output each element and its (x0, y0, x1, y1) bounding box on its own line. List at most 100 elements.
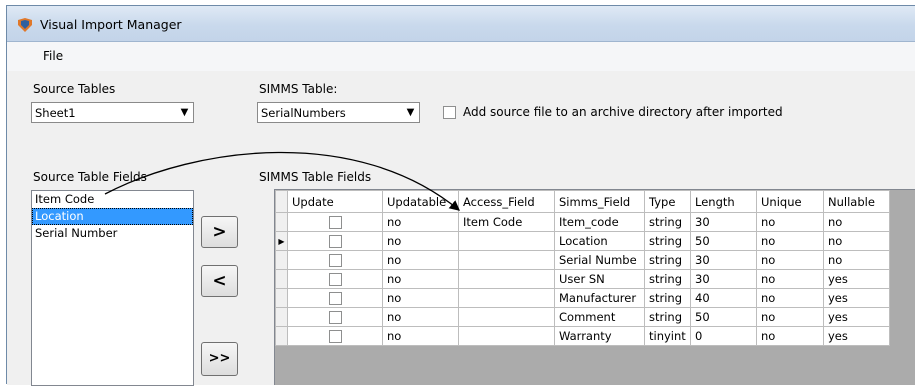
length-cell[interactable]: 30 (690, 269, 757, 289)
update-checkbox[interactable] (328, 292, 342, 305)
update-cell (287, 307, 383, 327)
update-checkbox[interactable] (328, 254, 342, 267)
nullable-cell[interactable]: yes (823, 326, 890, 346)
update-checkbox[interactable] (328, 235, 342, 248)
access-field-cell[interactable] (458, 326, 555, 346)
access-field-cell[interactable] (458, 288, 555, 308)
unique-cell[interactable]: no (756, 326, 824, 346)
type-cell[interactable]: string (644, 231, 691, 251)
type-cell[interactable]: tinyint (644, 326, 691, 346)
remove-field-button[interactable]: < (201, 265, 238, 297)
table-row[interactable]: no Serial Numbe string 30 no no (275, 250, 890, 270)
length-cell[interactable]: 30 (690, 212, 757, 232)
simms-field-cell[interactable]: Comment (554, 307, 645, 327)
type-cell[interactable]: string (644, 250, 691, 270)
archive-checkbox[interactable] (443, 106, 456, 119)
source-fields-list[interactable]: Item Code Location Serial Number (31, 190, 194, 386)
simms-field-cell[interactable]: Location (554, 231, 645, 251)
unique-cell[interactable]: no (756, 288, 824, 308)
nullable-cell[interactable]: yes (823, 269, 890, 289)
column-header[interactable]: Update (287, 190, 383, 213)
menu-file[interactable]: File (41, 49, 65, 63)
row-header[interactable] (275, 288, 288, 308)
nullable-cell[interactable]: no (823, 250, 890, 270)
row-header[interactable] (275, 326, 288, 346)
unique-cell[interactable]: no (756, 212, 824, 232)
list-item[interactable]: Serial Number (32, 225, 193, 242)
simms-field-cell[interactable]: Item_code (554, 212, 645, 232)
column-header[interactable]: Length (690, 190, 757, 213)
update-cell (287, 250, 383, 270)
row-pointer-icon[interactable]: ▶ (275, 231, 288, 251)
simms-field-cell[interactable]: Warranty (554, 326, 645, 346)
row-header[interactable] (275, 307, 288, 327)
type-cell[interactable]: string (644, 307, 691, 327)
column-header[interactable]: Nullable (823, 190, 890, 213)
simms-table-dropdown[interactable]: SerialNumbers ▼ (257, 102, 420, 123)
simms-field-cell[interactable]: User SN (554, 269, 645, 289)
length-cell[interactable]: 30 (690, 250, 757, 270)
unique-cell[interactable]: no (756, 307, 824, 327)
simms-table-label: SIMMS Table: (259, 82, 338, 96)
nullable-cell[interactable]: yes (823, 288, 890, 308)
updatable-cell[interactable]: no (382, 326, 459, 346)
table-row[interactable]: no Manufacturer string 40 no yes (275, 288, 890, 308)
chevron-down-icon[interactable]: ▼ (176, 103, 193, 122)
title-bar: Visual Import Manager (7, 6, 915, 42)
update-cell (287, 269, 383, 289)
column-header[interactable]: Access_Field (458, 190, 555, 213)
table-row[interactable]: no User SN string 30 no yes (275, 269, 890, 289)
column-header[interactable]: Simms_Field (554, 190, 645, 213)
row-header[interactable] (275, 269, 288, 289)
archive-label[interactable]: Add source file to an archive directory … (463, 105, 783, 119)
updatable-cell[interactable]: no (382, 231, 459, 251)
unique-cell[interactable]: no (756, 250, 824, 270)
table-row[interactable]: no Comment string 50 no yes (275, 307, 890, 327)
updatable-cell[interactable]: no (382, 212, 459, 232)
source-tables-dropdown[interactable]: Sheet1 ▼ (31, 102, 194, 123)
updatable-cell[interactable]: no (382, 250, 459, 270)
update-checkbox[interactable] (328, 273, 342, 286)
length-cell[interactable]: 0 (690, 326, 757, 346)
type-cell[interactable]: string (644, 212, 691, 232)
list-item[interactable]: Item Code (32, 191, 193, 208)
nullable-cell[interactable]: yes (823, 307, 890, 327)
length-cell[interactable]: 50 (690, 231, 757, 251)
update-checkbox[interactable] (328, 216, 342, 229)
length-cell[interactable]: 40 (690, 288, 757, 308)
access-field-cell[interactable] (458, 250, 555, 270)
access-field-cell[interactable]: Item Code (458, 212, 555, 232)
updatable-cell[interactable]: no (382, 307, 459, 327)
access-field-cell[interactable] (458, 231, 555, 251)
update-checkbox[interactable] (328, 330, 342, 343)
table-row[interactable]: ▶ no Location string 50 no no (275, 231, 890, 251)
access-field-cell[interactable] (458, 269, 555, 289)
unique-cell[interactable]: no (756, 269, 824, 289)
type-cell[interactable]: string (644, 288, 691, 308)
updatable-cell[interactable]: no (382, 288, 459, 308)
list-item[interactable]: Location (32, 208, 193, 225)
type-cell[interactable]: string (644, 269, 691, 289)
main-panel: Source Tables Sheet1 ▼ SIMMS Table: Seri… (7, 71, 915, 386)
nullable-cell[interactable]: no (823, 212, 890, 232)
simms-fields-grid[interactable]: Update Updatable Access_Field Simms_Field Ty… (274, 189, 915, 385)
chevron-down-icon[interactable]: ▼ (402, 103, 419, 122)
unique-cell[interactable]: no (756, 231, 824, 251)
length-cell[interactable]: 50 (690, 307, 757, 327)
column-header[interactable]: Updatable (382, 190, 459, 213)
add-all-fields-button[interactable]: >> (201, 342, 238, 376)
update-checkbox[interactable] (328, 311, 342, 324)
add-field-button[interactable]: > (201, 216, 238, 248)
access-field-cell[interactable] (458, 307, 555, 327)
column-header[interactable]: Unique (756, 190, 824, 213)
row-header[interactable] (275, 212, 288, 232)
table-row[interactable]: no Warranty tinyint 0 no yes (275, 326, 890, 346)
nullable-cell[interactable]: no (823, 231, 890, 251)
row-header[interactable] (275, 250, 288, 270)
simms-field-cell[interactable]: Serial Numbe (554, 250, 645, 270)
simms-field-cell[interactable]: Manufacturer (554, 288, 645, 308)
row-header-corner (275, 190, 288, 213)
column-header[interactable]: Type (644, 190, 691, 213)
table-row[interactable]: no Item Code Item_code string 30 no no (275, 212, 890, 232)
updatable-cell[interactable]: no (382, 269, 459, 289)
